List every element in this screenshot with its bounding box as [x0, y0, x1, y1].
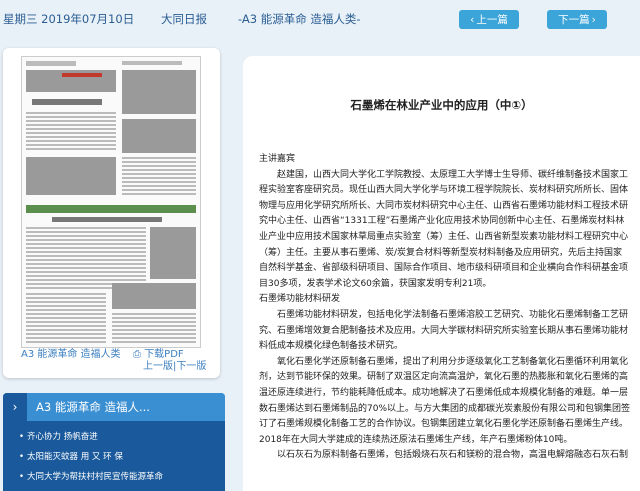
- nav-article-link[interactable]: 太阳能灭蚊器 用 又 环 保: [19, 452, 123, 463]
- speaker-heading: 主讲嘉宾: [259, 154, 296, 164]
- chevron-right-icon: ›: [591, 13, 596, 26]
- article-paragraph: 氧化石墨化学还原制备石墨烯，提出了利用分步逐级氧化工艺制备氧化石墨循环利用氧化剂…: [259, 356, 631, 445]
- page-thumbnail[interactable]: [21, 56, 201, 348]
- nav-article-link[interactable]: 齐心协力 扬帆奋进: [19, 432, 98, 443]
- section-heading: 石墨烯功能材料研发: [259, 294, 341, 305]
- next-article-button[interactable]: 下一篇 ›: [547, 10, 607, 29]
- thumb-text-block: [122, 157, 196, 197]
- chevron-right-icon: ›: [3, 393, 27, 421]
- thumb-headline: [32, 99, 102, 105]
- thumb-text-block: [112, 313, 196, 343]
- thumb-text-block: [26, 112, 116, 152]
- thumb-photo-3: [26, 157, 116, 195]
- article-body: 主讲嘉宾 赵建国，山西大同大学化工学院教授、太原理工大学博士生导师、碳纤维制备技…: [259, 152, 631, 464]
- page-section-link[interactable]: A3 能源革命 造福人类: [21, 349, 121, 361]
- section-title: -A3 能源革命 造福人类-: [238, 12, 361, 26]
- thumb-subheadline: [52, 217, 162, 222]
- page-preview-card: A3 能源革命 造福人类 ⎙ 下载PDF 上一版|下一版: [3, 48, 220, 378]
- printer-icon: ⎙: [133, 349, 141, 360]
- page-nav: 上一版|下一版: [143, 361, 206, 373]
- thumb-text-block: [26, 293, 106, 343]
- newspaper-name: 大同日报: [161, 12, 207, 26]
- thumb-photo-5: [112, 283, 196, 309]
- article-panel: 石墨烯在林业产业中的应用（中①） 主讲嘉宾 赵建国，山西大同大学化工学院教授、太…: [243, 56, 640, 491]
- prev-article-button[interactable]: ‹ 上一篇: [459, 10, 519, 29]
- thumb-masthead-right: [122, 61, 182, 65]
- top-bar: 星期三 2019年07月10日 大同日报 -A3 能源革命 造福人类- ‹ 上一…: [0, 0, 640, 40]
- thumb-photo-1: [122, 70, 196, 114]
- thumb-photo-4: [150, 227, 196, 279]
- next-page-link[interactable]: 下一版: [176, 361, 206, 372]
- prev-article-label: 上一篇: [476, 14, 508, 26]
- section-nav-header[interactable]: › A3 能源革命 造福人...: [3, 393, 225, 421]
- article-title: 石墨烯在林业产业中的应用（中①）: [350, 98, 533, 112]
- thumb-text-block: [26, 227, 146, 289]
- pdf-download-link[interactable]: ⎙ 下载PDF: [133, 349, 184, 361]
- thumb-section-banner: [26, 205, 196, 213]
- date-label: 星期三 2019年07月10日: [3, 12, 135, 26]
- section-nav-panel: › A3 能源革命 造福人... 齐心协力 扬帆奋进 太阳能灭蚊器 用 又 环 …: [3, 393, 225, 491]
- speaker-bio: 赵建国，山西大同大学化工学院教授、太原理工大学博士生导师、碳纤维制备技术国家工程…: [259, 169, 629, 289]
- chevron-left-icon: ‹: [470, 13, 475, 26]
- thumb-banner-text: [62, 73, 102, 77]
- prev-page-link[interactable]: 上一版: [143, 361, 173, 372]
- article-paragraph: 以石灰石为原料制备石墨烯，包括煅烧石灰石和镁粉的混合物，高温电解熔融态石灰石制: [277, 450, 629, 461]
- thumb-masthead: [26, 61, 76, 66]
- article-paragraph: 石墨烯功能材料研发，包括电化学法制备石墨烯溶胶工艺研究、功能化石墨烯制备工艺研究…: [259, 309, 629, 352]
- section-nav-title: A3 能源革命 造福人...: [36, 400, 150, 414]
- next-article-label: 下一篇: [558, 14, 590, 26]
- pdf-download-label: 下载PDF: [144, 349, 184, 360]
- nav-article-link[interactable]: 大同大学为帮扶村村民宣传能源革命: [19, 472, 163, 483]
- thumb-photo-2: [122, 119, 196, 153]
